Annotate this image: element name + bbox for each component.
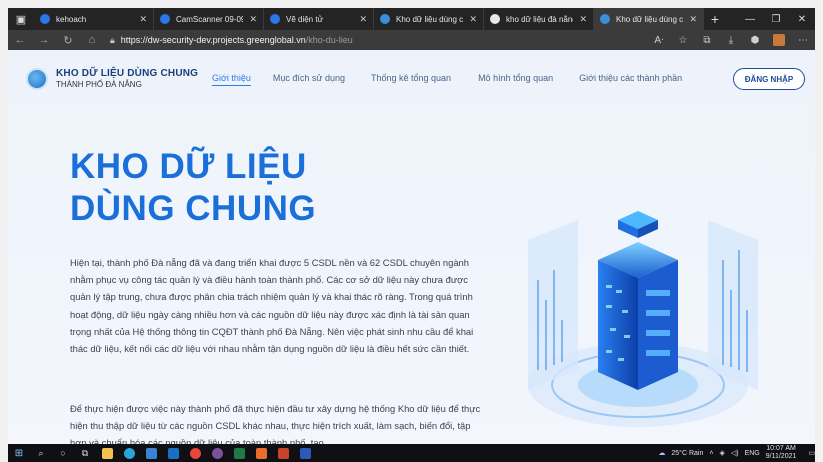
gear-icon [270, 14, 280, 24]
weather-icon: ☁ [658, 450, 666, 457]
url-host: https://dw-security-dev.projects.greengl… [120, 35, 306, 45]
site-favicon-icon [380, 14, 390, 24]
browser-tab-strip: ▣ kehoach ✕ CamScanner 09-09-2021 ✕ Vẽ d… [8, 8, 815, 30]
browser-tab[interactable]: Kho dữ liệu dùng chung ✕ [374, 8, 484, 30]
system-tray: ☁ 25°C Rain ˄ ◈ ◁) ENG 10:07 AM 9/11/202… [652, 445, 815, 461]
excel-icon[interactable] [228, 444, 250, 462]
menu-item-thong-ke[interactable]: Thống kê tổng quan [371, 73, 451, 86]
hero-title: KHO DỮ LIỆU DÙNG CHUNG [70, 146, 316, 230]
network-icon[interactable]: ◈ [719, 449, 724, 457]
close-icon[interactable]: ✕ [689, 14, 697, 25]
browser-tab[interactable]: kho dữ liệu đà nẵng - Tìm ✕ [484, 8, 594, 30]
task-view-icon[interactable]: ⧉ [74, 444, 96, 462]
weather-text[interactable]: 25°C Rain [671, 450, 703, 457]
favorite-icon[interactable]: ☆ [671, 35, 695, 46]
app-icon[interactable] [140, 444, 162, 462]
chrome-icon[interactable] [184, 444, 206, 462]
hero-title-line2: DÙNG CHUNG [70, 189, 317, 228]
clock[interactable]: 10:07 AM 9/11/2021 [766, 445, 797, 461]
close-icon[interactable]: ✕ [359, 14, 367, 25]
intro-paragraph: Hiện tại, thành phố Đà nẵng đã và đang t… [70, 257, 474, 355]
new-tab-icon[interactable]: + [704, 11, 726, 27]
menu-item-thanh-phan[interactable]: Giới thiệu các thành phần [579, 73, 682, 86]
address-bar: ← → ↻ ⌂ 🔒︎ https://dw-security-dev.proje… [8, 30, 815, 50]
gear-icon [160, 14, 170, 24]
window-menu-icon[interactable]: ▣ [8, 8, 34, 30]
lock-icon: 🔒︎ [110, 34, 115, 45]
menu-item-mo-hinh[interactable]: Mô hình tổng quan [478, 73, 553, 86]
chevron-up-icon[interactable]: ˄ [709, 450, 713, 457]
tab-title: Kho dữ liệu dùng chung [616, 14, 684, 24]
site-favicon-icon [600, 14, 610, 24]
cortana-icon[interactable]: ○ [52, 444, 74, 462]
back-icon[interactable]: ← [8, 34, 32, 46]
volume-icon[interactable]: ◁) [731, 449, 739, 457]
edge-icon[interactable] [118, 444, 140, 462]
viber-icon[interactable] [206, 444, 228, 462]
clock-date: 9/11/2021 [765, 453, 797, 460]
tab-title: Vẽ diện tử [286, 14, 323, 24]
app-orange-icon[interactable] [250, 444, 272, 462]
home-icon[interactable]: ⌂ [80, 34, 104, 46]
tab-title: CamScanner 09-09-2021 [176, 14, 244, 24]
site-logo-icon[interactable] [26, 68, 48, 90]
collections-icon[interactable]: ⧉ [695, 35, 719, 46]
start-icon[interactable]: ⊞ [8, 444, 30, 462]
tab-title: Kho dữ liệu dùng chung [396, 14, 464, 24]
notifications-icon[interactable]: ▭ [808, 449, 815, 457]
outlook-icon[interactable] [162, 444, 184, 462]
site-logo-text[interactable]: KHO DỮ LIỆU DÙNG CHUNG THÀNH PHỐ ĐÀ NẴNG [56, 68, 198, 91]
main-menu: Giới thiệu Mục đích sử dụng Thống kê tổn… [212, 73, 682, 86]
browser-tab[interactable]: CamScanner 09-09-2021 ✕ [154, 8, 264, 30]
close-icon[interactable]: ✕ [579, 14, 587, 25]
data-server-illustration [528, 211, 758, 427]
restore-icon[interactable]: ❐ [763, 14, 789, 25]
powerpoint-icon[interactable] [272, 444, 294, 462]
file-explorer-icon[interactable] [96, 444, 118, 462]
download-icon[interactable]: ⤓ [719, 35, 743, 46]
second-paragraph: Để thực hiện được việc này thành phố đã … [70, 403, 481, 444]
window-controls: — ❐ ✕ [737, 14, 815, 25]
refresh-icon[interactable]: ↻ [56, 34, 80, 47]
forward-icon[interactable]: → [32, 34, 56, 46]
close-icon[interactable]: ✕ [139, 14, 147, 25]
extensions-icon[interactable]: ⬢ [743, 35, 767, 46]
close-icon[interactable]: ✕ [469, 14, 477, 25]
read-aloud-icon[interactable]: Aᐧ [647, 35, 671, 46]
url-path: /kho-du-lieu [305, 35, 353, 45]
browser-tab[interactable]: Vẽ diện tử ✕ [264, 8, 374, 30]
site-title: KHO DỮ LIỆU DÙNG CHUNG [56, 67, 199, 79]
more-icon[interactable]: ⋯ [791, 35, 815, 46]
windows-taskbar: ⊞ ⌕ ○ ⧉ ☁ 25°C Rain ˄ ◈ ◁) ENG 10:07 AM … [8, 444, 815, 462]
page-viewport: KHO DỮ LIỆU DÙNG CHUNG THÀNH PHỐ ĐÀ NẴNG… [8, 50, 815, 444]
browser-tab-active[interactable]: Kho dữ liệu dùng chung ✕ [594, 8, 704, 30]
site-subtitle: THÀNH PHỐ ĐÀ NẴNG [56, 80, 142, 90]
menu-item-gioi-thieu[interactable]: Giới thiệu [212, 73, 251, 86]
clock-time: 10:07 AM [766, 445, 796, 452]
gear-icon [40, 14, 50, 24]
minimize-icon[interactable]: — [737, 14, 763, 25]
close-icon[interactable]: ✕ [249, 14, 257, 25]
browser-tab[interactable]: kehoach ✕ [34, 8, 154, 30]
search-icon[interactable]: ⌕ [30, 444, 52, 462]
language-indicator[interactable]: ENG [745, 450, 760, 457]
window-close-icon[interactable]: ✕ [789, 14, 815, 25]
search-engine-icon [490, 14, 500, 24]
word-icon[interactable] [294, 444, 316, 462]
menu-item-muc-dich[interactable]: Mục đích sử dụng [273, 73, 345, 86]
profile-avatar[interactable] [773, 34, 785, 46]
hero-title-line1: KHO DỮ LIỆU [70, 147, 307, 186]
tab-title: kehoach [56, 14, 87, 24]
tab-title: kho dữ liệu đà nẵng - Tìm [506, 14, 573, 24]
login-button[interactable]: ĐĂNG NHẬP [733, 68, 805, 90]
url-field[interactable]: 🔒︎ https://dw-security-dev.projects.gree… [110, 35, 353, 46]
